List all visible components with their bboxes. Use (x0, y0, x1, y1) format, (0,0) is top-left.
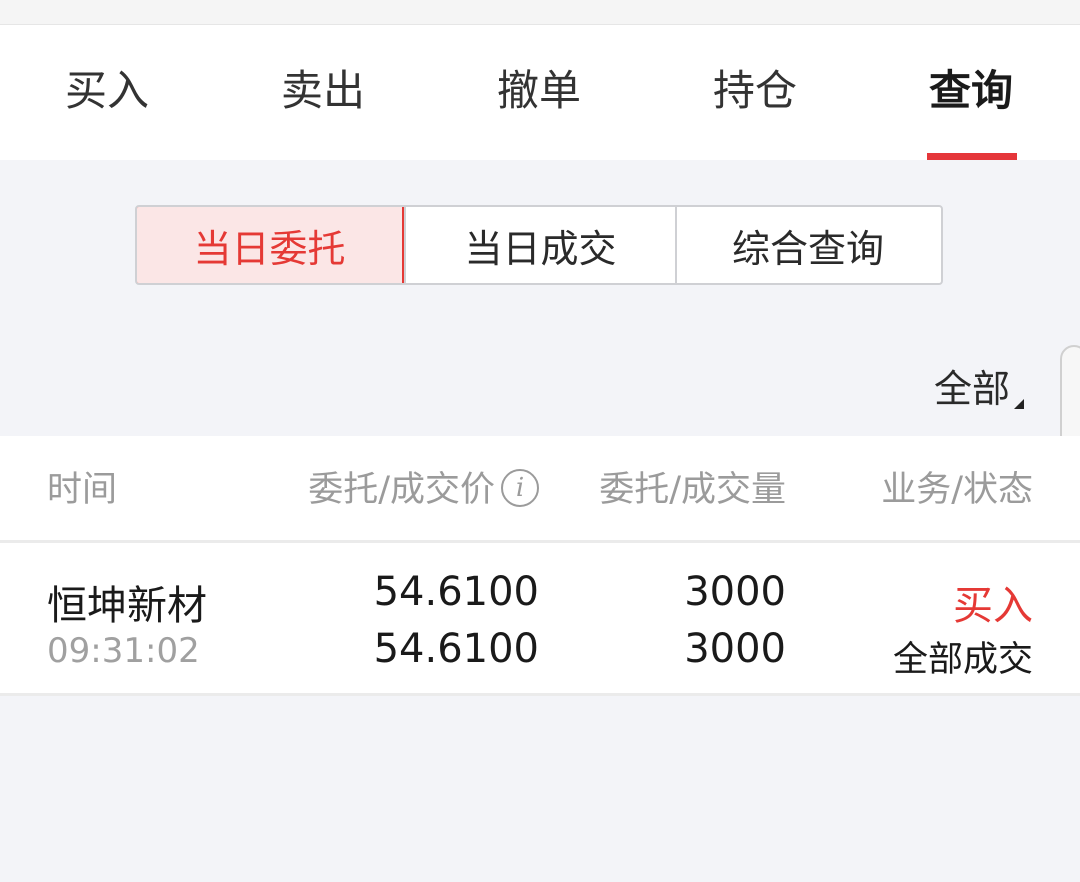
row-divider (0, 693, 1080, 696)
dropdown-triangle-icon (1014, 399, 1024, 409)
segment-today-orders[interactable]: 当日委托 (137, 207, 404, 283)
filter-label: 全部 (933, 367, 1010, 411)
tab-sell[interactable]: 卖出 (248, 63, 398, 119)
column-header-price-label: 委托/成交价 (308, 470, 495, 510)
order-quantity: 3000 (684, 569, 786, 615)
tab-position[interactable]: 持仓 (680, 63, 830, 119)
filter-dropdown[interactable]: 全部 (934, 358, 1024, 413)
segment-comprehensive-query[interactable]: 综合查询 (675, 207, 939, 283)
tab-query[interactable]: 查询 (896, 63, 1046, 119)
trade-tab-bar: 买入 卖出 撤单 持仓 查询 (0, 25, 1080, 160)
query-type-segmented-control: 当日委托 当日成交 综合查询 (135, 205, 943, 285)
info-icon[interactable]: i (501, 469, 539, 507)
tab-cancel[interactable]: 撤单 (464, 63, 614, 119)
status-strip (0, 0, 1080, 25)
column-header-time: 时间 (47, 470, 118, 510)
segment-today-deals[interactable]: 当日成交 (404, 207, 675, 283)
column-header-price: 委托/成交价 i (308, 460, 539, 520)
order-time: 09:31:02 (47, 631, 200, 671)
column-header-qty: 委托/成交量 (599, 470, 786, 510)
deal-price: 54.6100 (373, 626, 539, 672)
tab-buy[interactable]: 买入 (32, 63, 182, 119)
order-row[interactable]: 恒坤新材 09:31:02 54.6100 54.6100 3000 3000 … (0, 543, 1080, 693)
order-status: 全部成交 (892, 640, 1033, 680)
order-price: 54.6100 (373, 569, 539, 615)
orders-list: 时间 委托/成交价 i 委托/成交量 业务/状态 恒坤新材 09:31:02 54… (0, 436, 1080, 696)
active-tab-indicator (927, 153, 1017, 160)
stock-name: 恒坤新材 (47, 583, 207, 629)
order-side: 买入 (953, 583, 1033, 629)
column-header-status: 业务/状态 (881, 470, 1033, 510)
deal-quantity: 3000 (684, 626, 786, 672)
